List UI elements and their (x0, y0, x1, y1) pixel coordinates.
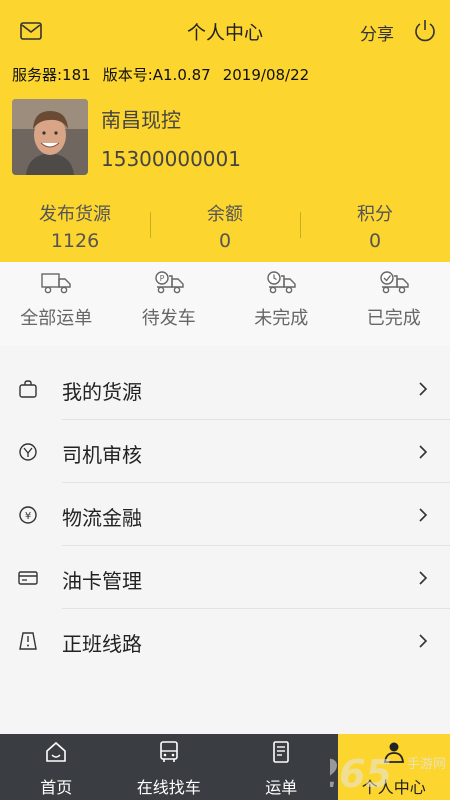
tab-waybill[interactable]: 运单 (225, 734, 338, 800)
tab-find-vehicle[interactable]: 在线找车 (113, 734, 226, 800)
svg-text:¥: ¥ (25, 511, 31, 522)
power-icon[interactable] (412, 18, 438, 44)
bottom-tab-bar: 首页 在线找车 运单 个人中心 2265 手游网 (0, 734, 450, 800)
truck-clock-icon (267, 271, 296, 294)
person-icon (383, 742, 404, 763)
order-label: 已完成 (366, 308, 421, 329)
stat-label: 余额 (207, 204, 243, 225)
order-pending[interactable]: P 待发车 (113, 262, 226, 346)
stat-value: 1126 (50, 230, 100, 252)
menu-item-driver-review[interactable]: 司机审核 (0, 420, 450, 483)
stat-divider (150, 212, 151, 238)
menu-item-fuel-card[interactable]: 油卡管理 (0, 546, 450, 609)
menu-item-my-cargo[interactable]: 我的货源 (0, 357, 450, 420)
stat-value: 0 (218, 230, 232, 252)
truck-check-icon (380, 271, 409, 294)
bus-icon (159, 741, 178, 762)
tab-home[interactable]: 首页 (0, 734, 113, 800)
menu-label: 物流金融 (62, 506, 142, 530)
stat-divider (300, 212, 301, 238)
stat-label: 发布货源 (39, 204, 111, 225)
avatar-image (12, 99, 88, 175)
tab-label: 在线找车 (136, 778, 201, 797)
tab-label: 运单 (265, 778, 298, 797)
top-bar: 个人中心 分享 (0, 14, 450, 50)
order-status-row: 全部运单 P 待发车 未完成 已完成 (0, 262, 450, 346)
bag-icon (19, 380, 37, 398)
route-icon (19, 632, 37, 650)
menu-label: 我的货源 (62, 380, 142, 404)
menu-label: 司机审核 (62, 443, 142, 467)
document-icon (273, 741, 290, 763)
chevron-right-icon (419, 571, 428, 585)
order-all[interactable]: 全部运单 (0, 262, 113, 346)
stat-balance[interactable]: 余额 0 (150, 198, 300, 254)
server-info: 服务器:181 版本号:A1.0.87 2019/08/22 (12, 64, 321, 85)
chevron-right-icon (419, 382, 428, 396)
menu-label: 正班线路 (62, 632, 142, 656)
tab-label: 首页 (40, 778, 73, 797)
review-icon (19, 443, 37, 461)
stat-value: 0 (368, 230, 382, 252)
order-label: 全部运单 (20, 308, 93, 329)
menu-label: 油卡管理 (62, 569, 142, 593)
order-label: 待发车 (141, 308, 196, 329)
user-name: 南昌现控 (101, 108, 181, 132)
chevron-right-icon (419, 508, 428, 522)
share-button[interactable]: 分享 (360, 20, 394, 45)
stat-label: 积分 (357, 204, 393, 225)
user-phone: 15300000001 (101, 147, 241, 171)
order-label: 未完成 (254, 308, 309, 329)
order-incomplete[interactable]: 未完成 (225, 262, 338, 346)
profile-header: 个人中心 分享 服务器:181 版本号:A1.0.87 2019/08/22 南昌现… (0, 0, 450, 262)
avatar[interactable] (12, 99, 88, 175)
truck-pending-icon: P (155, 271, 184, 294)
tab-profile[interactable]: 个人中心 (337, 734, 450, 800)
yuan-icon: ¥ (19, 506, 37, 524)
order-completed[interactable]: 已完成 (338, 262, 450, 346)
tab-label: 个人中心 (361, 778, 426, 797)
menu-item-logistics-finance[interactable]: ¥ 物流金融 (0, 483, 450, 546)
home-icon (46, 741, 67, 762)
stat-published[interactable]: 发布货源 1126 (0, 198, 150, 254)
chevron-right-icon (419, 445, 428, 459)
version-text: 版本号:A1.0.87 (102, 66, 211, 84)
chevron-right-icon (419, 634, 428, 648)
card-icon (18, 571, 38, 585)
stat-points[interactable]: 积分 0 (300, 198, 450, 254)
server-text: 服务器:181 (12, 66, 91, 84)
menu-list: 我的货源 司机审核 ¥ 物流金融 油卡管理 正班线路 (0, 357, 450, 672)
truck-icon (41, 273, 71, 294)
svg-text:P: P (159, 274, 164, 283)
menu-item-scheduled-route[interactable]: 正班线路 (0, 609, 450, 672)
stats-row: 发布货源 1126 余额 0 积分 0 (0, 198, 450, 254)
date-text: 2019/08/22 (222, 66, 310, 84)
